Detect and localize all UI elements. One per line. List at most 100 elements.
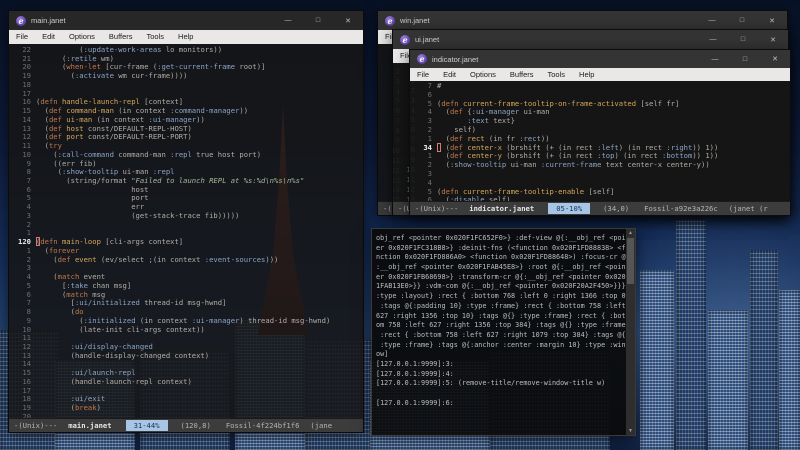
titlebar[interactable]: e main.janet — □ ✕ bbox=[9, 11, 363, 30]
building bbox=[676, 220, 706, 450]
scroll-up-icon[interactable]: ▲ bbox=[628, 229, 633, 237]
close-button[interactable]: ✕ bbox=[333, 11, 363, 30]
code-line[interactable]: 19 (:activate wm cur-frame)))) bbox=[9, 71, 363, 81]
desktop: e win.janet —□✕ File 1123456789101112131… bbox=[0, 0, 800, 450]
terminal-output[interactable]: obj_ref <pointer 0x020F1FC652F0>} :def-v… bbox=[376, 234, 634, 431]
modeline-buffer-name: indicator.janet bbox=[469, 204, 535, 213]
minimize-button[interactable]: — bbox=[700, 50, 730, 68]
building bbox=[640, 270, 674, 450]
code-line[interactable]: 16 (handle-launch-repl context) bbox=[9, 377, 363, 387]
menu-item-file[interactable]: File bbox=[9, 30, 35, 44]
window-indicator-janet: e indicator.janet — □ ✕ File Edit Options Buf… bbox=[409, 49, 791, 216]
terminal-line: [127.0.0.1:9999]:5: (remove-title/remove… bbox=[376, 379, 606, 388]
maximize-button[interactable]: □ bbox=[727, 11, 757, 30]
line-number: 6 bbox=[427, 89, 432, 99]
line-number: 5 bbox=[427, 186, 432, 196]
modeline-prefix: -(Unix)--- bbox=[415, 204, 459, 213]
line-number: 7 bbox=[26, 298, 31, 308]
menu-item-options[interactable]: Options bbox=[62, 30, 102, 44]
terminal-line: :tags @{:padding 10} :type :frame} :rect… bbox=[376, 301, 626, 310]
menu-item-file[interactable]: File bbox=[410, 68, 436, 82]
titlebar[interactable]: e ui.janet — □ ✕ bbox=[393, 30, 788, 49]
maximize-button[interactable]: □ bbox=[728, 30, 758, 49]
terminal-line: :__obj_ref <pointer 0x020F1FAB45E8>} :ro… bbox=[376, 263, 630, 272]
code-line[interactable]: 10 (late-init cli-args context)) bbox=[9, 325, 363, 335]
menu-item-options[interactable]: Options bbox=[463, 68, 503, 82]
terminal-window[interactable]: obj_ref <pointer 0x020F1FC652F0>} :def-v… bbox=[371, 228, 636, 436]
menu-item-buffers[interactable]: Buffers bbox=[503, 68, 541, 82]
menu-item-tools[interactable]: Tools bbox=[140, 30, 172, 44]
terminal-line: er 0x020F1FB68698>} :transform-cr @{:__o… bbox=[376, 272, 630, 281]
line-number: 4 bbox=[26, 272, 31, 282]
buffer-content[interactable]: 7 #6 5 (defn current-frame-tooltip-on-frame… bbox=[410, 81, 790, 201]
line-number: 9 bbox=[26, 158, 31, 168]
menu-item-edit[interactable]: Edit bbox=[436, 68, 463, 82]
menu-item-tools[interactable]: Tools bbox=[541, 68, 573, 82]
line-number: 3 bbox=[427, 168, 432, 178]
line-number: 8 bbox=[26, 307, 31, 317]
modeline: -(Unix)--- indicator.janet 05-10% (34,0)… bbox=[410, 201, 790, 215]
code-line[interactable]: 3 bbox=[410, 168, 790, 179]
minimize-button[interactable]: — bbox=[698, 30, 728, 49]
menu-item-help[interactable]: Help bbox=[572, 68, 601, 82]
code-line[interactable]: 7 # bbox=[410, 81, 790, 91]
maximize-button[interactable]: □ bbox=[303, 11, 333, 30]
modeline-vcs-revision: Fossil-a92e3a226c bbox=[644, 204, 718, 213]
minimize-button[interactable]: — bbox=[273, 11, 303, 30]
code-line[interactable]: 18 bbox=[9, 80, 363, 90]
menubar: File Edit Options Buffers Tools Help bbox=[410, 68, 790, 81]
code-line[interactable]: 12 (def port const/DEFAULT-REPL-PORT) bbox=[9, 132, 363, 142]
code-line[interactable]: 20 bbox=[9, 411, 363, 418]
line-number: 6 bbox=[427, 195, 432, 201]
emacs-icon: e bbox=[385, 15, 395, 26]
code-line[interactable]: 6 (:disable self) bbox=[410, 195, 790, 201]
window-title: indicator.janet bbox=[432, 54, 479, 64]
maximize-button[interactable]: □ bbox=[730, 50, 760, 68]
code-line[interactable]: 3 (get-stack-trace fib))))) bbox=[9, 211, 363, 221]
terminal-scrollbar[interactable]: ▲ ▼ bbox=[626, 229, 635, 435]
building bbox=[779, 290, 800, 450]
code-line[interactable]: 19 (break) bbox=[9, 403, 363, 413]
menu-item-edit[interactable]: Edit bbox=[35, 30, 62, 44]
close-button[interactable]: ✕ bbox=[760, 50, 790, 68]
building bbox=[708, 310, 748, 450]
buffer-content[interactable]: 22 (:update-work-areas lo monitors)) 21 (… bbox=[9, 44, 363, 418]
terminal-line: :rect { :bottom 758 :left 627 :right 107… bbox=[376, 330, 630, 339]
line-number: 5 bbox=[26, 280, 31, 290]
line-number: 120 bbox=[18, 237, 31, 247]
terminal-line: nction 0x020F1FD886A0> <function 0x020F1… bbox=[376, 253, 630, 262]
terminal-line: ow] bbox=[376, 350, 389, 359]
scrollbar-thumb[interactable] bbox=[627, 238, 634, 284]
close-button[interactable]: ✕ bbox=[758, 30, 788, 49]
terminal-line: om 758 :left 627 :right 1356 :top 384} :… bbox=[376, 321, 630, 330]
window-title: win.janet bbox=[400, 16, 430, 25]
emacs-icon: e bbox=[16, 15, 26, 26]
terminal-line: [127.0.0.1:9999]:3: bbox=[376, 359, 454, 368]
line-number: 6 bbox=[26, 289, 31, 299]
line-number: 7 bbox=[427, 81, 432, 90]
line-number: 4 bbox=[427, 107, 432, 117]
line-number: 20 bbox=[22, 411, 31, 418]
line-number: 2 bbox=[427, 124, 432, 134]
close-button[interactable]: ✕ bbox=[757, 11, 787, 30]
menu-item-help[interactable]: Help bbox=[171, 30, 200, 44]
line-number: 1 bbox=[26, 245, 31, 255]
titlebar[interactable]: e indicator.janet — □ ✕ bbox=[410, 50, 790, 68]
scroll-down-icon[interactable]: ▼ bbox=[628, 427, 633, 435]
code-line[interactable]: 2 (def event (ev/select ;(in context :ev… bbox=[9, 255, 363, 265]
minimize-button[interactable]: — bbox=[697, 11, 727, 30]
code-line[interactable]: 2 (:show-tooltip ui-man :current-frame t… bbox=[410, 160, 790, 170]
code-line[interactable]: 13 (handle-display-changed context) bbox=[9, 351, 363, 361]
modeline-cursor-position: (34,0) bbox=[603, 204, 630, 213]
terminal-line: :type :layout} :rect { :bottom 768 :left… bbox=[376, 292, 630, 301]
modeline-cursor-position: (120,8) bbox=[180, 421, 211, 430]
code-line[interactable]: 2 bbox=[9, 220, 363, 230]
menu-item-buffers[interactable]: Buffers bbox=[102, 30, 140, 44]
titlebar[interactable]: e win.janet — □ ✕ bbox=[378, 11, 787, 30]
line-number: 3 bbox=[26, 263, 31, 273]
terminal-line: [127.0.0.1:9999]:4: bbox=[376, 369, 454, 378]
modeline-vcs-revision: Fossil-4f224bf1f6 bbox=[225, 421, 300, 430]
window-title: main.janet bbox=[31, 16, 66, 25]
terminal-line: er 0x020F1FC318B8>} :deinit-fns (<functi… bbox=[376, 243, 630, 252]
